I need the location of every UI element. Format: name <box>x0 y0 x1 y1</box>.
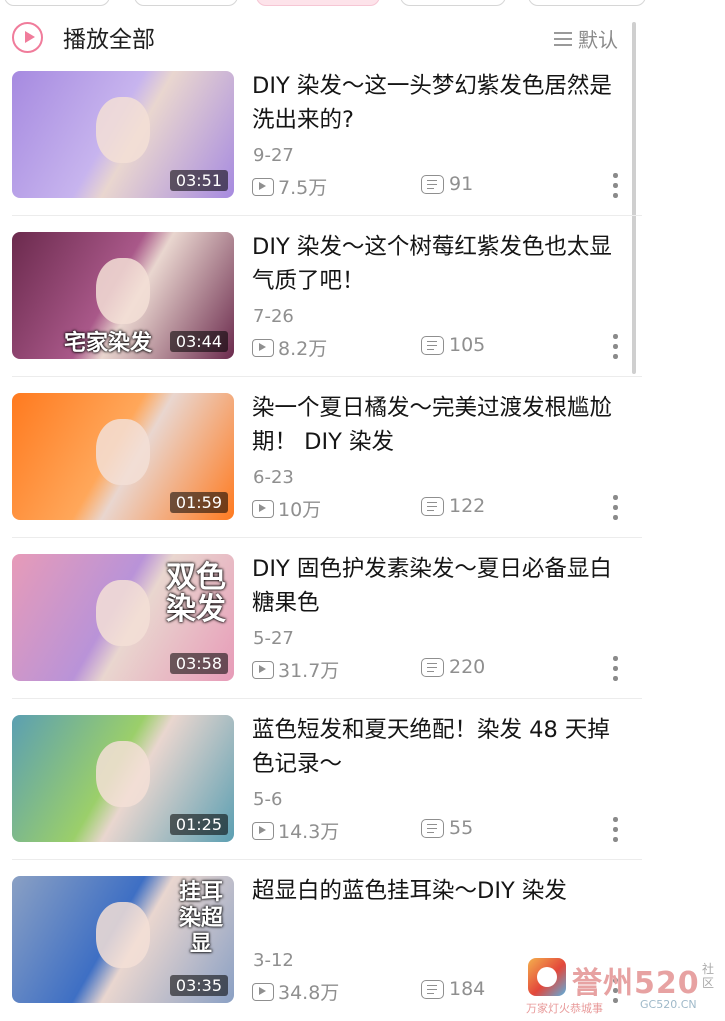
video-list-item[interactable]: 宅家染发 03:44 DIY 染发～这个树莓红紫发色也太显气质了吧！ 7-26 … <box>0 215 642 377</box>
video-duration: 03:35 <box>169 975 228 996</box>
comment-count-value: 55 <box>449 817 474 839</box>
face-shape <box>96 580 150 646</box>
video-date: 5-27 <box>253 628 294 649</box>
comment-count: 105 <box>421 334 485 356</box>
danmaku-icon <box>421 335 444 355</box>
play-count-icon <box>252 982 274 1001</box>
video-duration: 03:44 <box>169 331 228 352</box>
video-thumbnail[interactable]: 挂耳染超显 03:35 <box>12 876 234 1003</box>
view-count-value: 7.5万 <box>278 177 328 199</box>
view-count-value: 10万 <box>278 499 322 521</box>
video-date: 6-23 <box>253 467 294 488</box>
video-list-item[interactable]: 双色染发 03:58 DIY 固色护发素染发～夏日必备显白糖果色 5-27 31… <box>0 537 642 699</box>
video-title[interactable]: 超显白的蓝色挂耳染～DIY 染发 <box>252 874 624 908</box>
danmaku-icon <box>421 174 444 194</box>
video-title[interactable]: DIY 染发～这一头梦幻紫发色居然是洗出来的? <box>252 69 624 137</box>
face-shape <box>96 419 150 485</box>
danmaku-icon <box>421 496 444 516</box>
watermark-site: GC520.CN <box>640 998 697 1011</box>
watermark-logo: 誉州520 万家灯火恭城事 GC520.CN 社区 <box>524 958 724 1018</box>
comment-count-value: 91 <box>449 173 474 195</box>
video-date: 3-12 <box>253 950 294 971</box>
top-filter-tabs <box>0 0 725 6</box>
thumbnail-overlay-text: 宅家染发 <box>64 331 153 356</box>
face-shape <box>96 741 150 807</box>
view-count: 10万 <box>252 495 321 522</box>
comment-count-value: 220 <box>449 656 486 678</box>
more-options-icon[interactable] <box>610 817 620 843</box>
thumbnail-overlay-text: 双色染发 <box>166 560 226 627</box>
filter-tab[interactable] <box>400 0 506 6</box>
video-title[interactable]: DIY 固色护发素染发～夏日必备显白糖果色 <box>252 552 624 620</box>
play-count-icon <box>252 177 274 196</box>
video-thumbnail[interactable]: 01:59 <box>12 393 234 520</box>
face-shape <box>96 97 150 163</box>
video-date: 5-6 <box>253 789 283 810</box>
filter-tab[interactable] <box>134 0 238 6</box>
play-count-icon <box>252 821 274 840</box>
danmaku-icon <box>421 818 444 838</box>
video-title[interactable]: DIY 染发～这个树莓红紫发色也太显气质了吧！ <box>252 230 624 298</box>
view-count-value: 8.2万 <box>278 338 328 360</box>
video-thumbnail[interactable]: 宅家染发 03:44 <box>12 232 234 359</box>
view-count: 31.7万 <box>252 656 339 683</box>
sort-button[interactable]: 默认 <box>554 24 618 53</box>
sort-label: 默认 <box>578 28 618 52</box>
comment-count: 122 <box>421 495 485 517</box>
list-header: 播放全部 默认 <box>0 18 642 58</box>
play-count-icon <box>252 338 274 357</box>
view-count: 34.8万 <box>252 978 339 1005</box>
video-duration: 03:51 <box>169 170 228 191</box>
view-count-value: 14.3万 <box>278 821 340 843</box>
comment-count-value: 184 <box>449 978 486 1000</box>
more-options-icon[interactable] <box>610 495 620 521</box>
video-thumbnail[interactable]: 双色染发 03:58 <box>12 554 234 681</box>
watermark-logo-icon <box>528 958 566 996</box>
video-list: 03:51 DIY 染发～这一头梦幻紫发色居然是洗出来的? 9-27 7.5万 … <box>0 55 642 1021</box>
face-shape <box>96 258 150 324</box>
video-thumbnail[interactable]: 01:25 <box>12 715 234 842</box>
video-list-item[interactable]: 01:25 蓝色短发和夏天绝配！染发 48 天掉色记录～ 5-6 14.3万 5… <box>0 698 642 860</box>
face-shape <box>96 902 150 968</box>
view-count: 7.5万 <box>252 173 327 200</box>
video-list-item[interactable]: 01:59 染一个夏日橘发～完美过渡发根尴尬期！ DIY 染发 6-23 10万… <box>0 376 642 538</box>
comment-count-value: 122 <box>449 495 486 517</box>
video-duration: 03:58 <box>169 653 228 674</box>
watermark-text: 誉州520 <box>572 966 700 1001</box>
watermark-subtext: 万家灯火恭城事 <box>526 1002 603 1015</box>
comment-count: 91 <box>421 173 473 195</box>
view-count-value: 31.7万 <box>278 660 340 682</box>
video-date: 7-26 <box>253 306 294 327</box>
view-count-value: 34.8万 <box>278 982 340 1004</box>
view-count: 14.3万 <box>252 817 339 844</box>
view-count: 8.2万 <box>252 334 327 361</box>
watermark-side: 社区 <box>702 962 715 990</box>
play-count-icon <box>252 660 274 679</box>
video-title[interactable]: 染一个夏日橘发～完美过渡发根尴尬期！ DIY 染发 <box>252 391 624 459</box>
play-count-icon <box>252 499 274 518</box>
more-options-icon[interactable] <box>610 334 620 360</box>
comment-count: 55 <box>421 817 473 839</box>
more-options-icon[interactable] <box>610 656 620 682</box>
thumbnail-overlay-text: 挂耳染超显 <box>178 880 223 957</box>
play-circle-icon <box>12 21 43 53</box>
more-options-icon[interactable] <box>610 173 620 199</box>
video-title[interactable]: 蓝色短发和夏天绝配！染发 48 天掉色记录～ <box>252 713 624 781</box>
filter-tab[interactable] <box>528 0 646 6</box>
filter-tab-active[interactable] <box>256 0 380 6</box>
comment-count: 220 <box>421 656 485 678</box>
danmaku-icon <box>421 979 444 999</box>
play-all-label: 播放全部 <box>63 27 155 53</box>
comment-count: 184 <box>421 978 485 1000</box>
filter-tab[interactable] <box>4 0 110 6</box>
video-duration: 01:25 <box>169 814 228 835</box>
danmaku-icon <box>421 657 444 677</box>
video-date: 9-27 <box>253 145 294 166</box>
comment-count-value: 105 <box>449 334 486 356</box>
play-all-button[interactable]: 播放全部 <box>12 20 155 54</box>
video-duration: 01:59 <box>169 492 228 513</box>
video-thumbnail[interactable]: 03:51 <box>12 71 234 198</box>
list-sort-icon <box>554 31 572 46</box>
video-list-item[interactable]: 03:51 DIY 染发～这一头梦幻紫发色居然是洗出来的? 9-27 7.5万 … <box>0 55 642 216</box>
